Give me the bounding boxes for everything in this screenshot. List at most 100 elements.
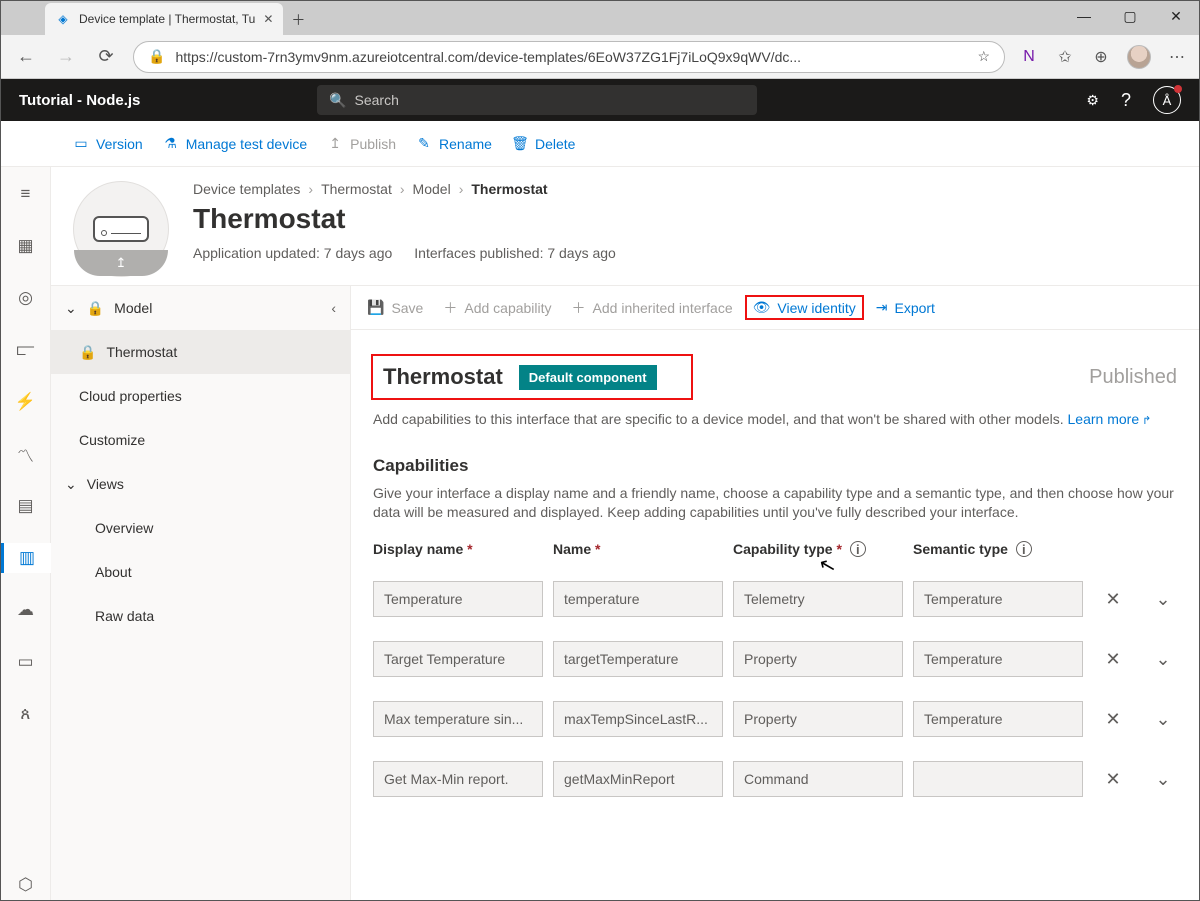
tab-title: Device template | Thermostat, Tu [79, 12, 255, 26]
info-icon[interactable]: i [850, 541, 866, 557]
tree-views[interactable]: ⌄ Views [51, 462, 350, 506]
publish-icon: ↥ [327, 136, 343, 152]
capability-row: Target Temperature targetTemperature Pro… [373, 641, 1177, 677]
settings-gear-icon[interactable]: ⚙ [1086, 92, 1099, 109]
rail-analytics[interactable]: ⫍ [1, 335, 51, 365]
rail-users[interactable]: ጰ [1, 699, 51, 729]
content-toolbar: 💾Save ＋Add capability ＋Add inherited int… [351, 286, 1199, 330]
rail-line-chart[interactable]: 〽 [1, 439, 51, 469]
crumb-0[interactable]: Device templates [193, 181, 300, 197]
remove-row-icon[interactable]: ✕ [1093, 709, 1133, 730]
info-icon[interactable]: i [1016, 541, 1032, 557]
notifications-button[interactable]: Å [1153, 86, 1181, 114]
cell-semantic-type[interactable]: Temperature [913, 641, 1083, 677]
expand-row-icon[interactable]: ⌄ [1143, 769, 1183, 790]
component-description: Add capabilities to this interface that … [373, 410, 1177, 430]
remove-row-icon[interactable]: ✕ [1093, 769, 1133, 790]
cell-capability-type[interactable]: Property [733, 701, 903, 737]
onenote-extension-icon[interactable]: N [1019, 48, 1039, 66]
publish-button: ↥Publish [327, 136, 396, 152]
capability-row: Get Max-Min report. getMaxMinReport Comm… [373, 761, 1177, 797]
rail-settings[interactable]: ⬡ [1, 870, 51, 900]
window-maximize[interactable]: ▢ [1107, 1, 1153, 31]
rail-jobs[interactable]: ▤ [1, 491, 51, 521]
add-capability-button: ＋Add capability [443, 298, 551, 318]
tree-item-cloud-properties[interactable]: Cloud properties [51, 374, 350, 418]
rail-devices[interactable]: ◎ [1, 283, 51, 313]
tree-view-raw-data[interactable]: Raw data [51, 594, 350, 638]
delete-button[interactable]: 🗑Delete [512, 136, 575, 152]
favorites-icon[interactable]: ✩ [1055, 47, 1075, 67]
rail-device-templates[interactable]: ▥ [1, 543, 51, 573]
capability-row: Temperature temperature Telemetry Temper… [373, 581, 1177, 617]
model-tree: ⌄ 🔒 Model ‹ 🔒 Thermostat Cloud propertie… [51, 286, 351, 900]
collapse-tree-icon[interactable]: ‹ [331, 300, 336, 316]
cell-semantic-type[interactable]: Temperature [913, 581, 1083, 617]
version-button[interactable]: ▭Version [73, 136, 143, 152]
cell-display-name[interactable]: Get Max-Min report. [373, 761, 543, 797]
new-tab-button[interactable]: ＋ [283, 5, 313, 35]
crumb-1[interactable]: Thermostat [321, 181, 392, 197]
flask-icon: ⚗ [163, 136, 179, 152]
rail-dashboard[interactable]: ▦ [1, 231, 51, 261]
rail-rules[interactable]: ⚡ [1, 387, 51, 417]
rail-administration[interactable]: ▭ [1, 647, 51, 677]
nav-refresh[interactable]: ⟳ [93, 46, 119, 67]
capabilities-subtext: Give your interface a display name and a… [373, 484, 1177, 523]
window-close[interactable]: ✕ [1153, 1, 1199, 31]
cell-name[interactable]: getMaxMinReport [553, 761, 723, 797]
rail-hamburger[interactable]: ≡ [1, 179, 51, 209]
remove-row-icon[interactable]: ✕ [1093, 589, 1133, 610]
address-bar[interactable]: 🔒 https://custom-7rn3ymv9nm.azureiotcent… [133, 41, 1005, 73]
nav-forward: → [53, 46, 79, 67]
learn-more-link[interactable]: Learn more [1068, 411, 1152, 427]
tree-root-model[interactable]: ⌄ 🔒 Model ‹ [51, 286, 350, 330]
cell-semantic-type[interactable]: Temperature [913, 701, 1083, 737]
cell-capability-type[interactable]: Command [733, 761, 903, 797]
browser-tab[interactable]: ◈ Device template | Thermostat, Tu ✕ [45, 3, 283, 35]
profile-avatar[interactable] [1127, 45, 1151, 69]
manage-test-device-button[interactable]: ⚗Manage test device [163, 136, 307, 152]
nav-back[interactable]: ← [13, 46, 39, 67]
tree-item-customize[interactable]: Customize [51, 418, 350, 462]
tree-view-overview[interactable]: Overview [51, 506, 350, 550]
expand-row-icon[interactable]: ⌄ [1143, 589, 1183, 610]
favorite-icon[interactable]: ☆ [977, 48, 990, 65]
tree-item-thermostat[interactable]: 🔒 Thermostat [51, 330, 350, 374]
default-component-badge: Default component [519, 365, 657, 390]
cell-name[interactable]: targetTemperature [553, 641, 723, 677]
chevron-down-icon: ⌄ [65, 300, 77, 317]
global-search[interactable]: 🔍 Search [317, 85, 757, 115]
export-icon: ⇥ [876, 299, 888, 316]
cell-semantic-type[interactable] [913, 761, 1083, 797]
collections-icon[interactable]: ⊕ [1091, 47, 1111, 67]
help-icon[interactable]: ? [1121, 90, 1131, 111]
expand-row-icon[interactable]: ⌄ [1143, 709, 1183, 730]
rail-data-export[interactable]: ☁ [1, 595, 51, 625]
window-minimize[interactable]: — [1061, 1, 1107, 31]
rename-button[interactable]: ✎Rename [416, 136, 492, 152]
remove-row-icon[interactable]: ✕ [1093, 649, 1133, 670]
view-identity-button[interactable]: 👁View identity [745, 295, 864, 320]
cell-display-name[interactable]: Target Temperature [373, 641, 543, 677]
cell-name[interactable]: maxTempSinceLastR... [553, 701, 723, 737]
col-display-name: Display name [373, 541, 543, 557]
export-button[interactable]: ⇥Export [876, 299, 935, 316]
chevron-down-icon: ⌄ [65, 476, 77, 493]
browser-menu-icon[interactable]: ⋯ [1167, 47, 1187, 67]
tab-close-icon[interactable]: ✕ [263, 12, 273, 26]
cell-capability-type[interactable]: Property [733, 641, 903, 677]
expand-row-icon[interactable]: ⌄ [1143, 649, 1183, 670]
cell-capability-type[interactable]: Telemetry [733, 581, 903, 617]
search-placeholder: Search [355, 92, 399, 108]
cell-name[interactable]: temperature [553, 581, 723, 617]
cell-display-name[interactable]: Temperature [373, 581, 543, 617]
app-bar: Tutorial - Node.js 🔍 Search ⚙ ? Å [1, 79, 1199, 121]
tree-view-about[interactable]: About [51, 550, 350, 594]
search-icon: 🔍 [329, 92, 346, 109]
capability-row: Max temperature sin... maxTempSinceLastR… [373, 701, 1177, 737]
crumb-2[interactable]: Model [413, 181, 451, 197]
app-name[interactable]: Tutorial - Node.js [19, 92, 140, 109]
plus-icon: ＋ [572, 298, 586, 318]
cell-display-name[interactable]: Max temperature sin... [373, 701, 543, 737]
